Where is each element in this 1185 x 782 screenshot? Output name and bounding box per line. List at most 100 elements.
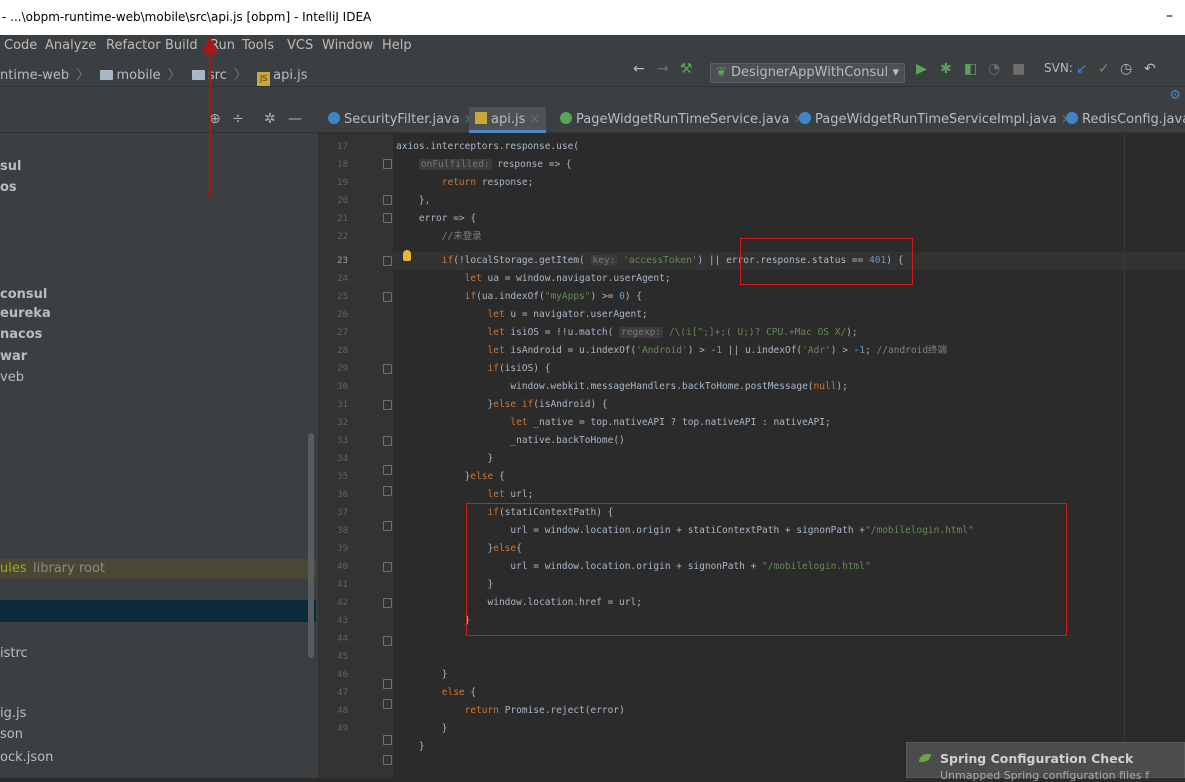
tree-item-selected[interactable] xyxy=(0,600,316,622)
class-icon xyxy=(1066,112,1078,124)
fold-marker-icon[interactable] xyxy=(383,486,392,496)
menu-analyze[interactable]: Analyze xyxy=(45,38,96,53)
line-number: 44 xyxy=(337,634,348,644)
project-tool-window: ⊕ ÷ ✲ — sul os consul eureka nacos war v… xyxy=(0,107,318,778)
tree-item[interactable]: ig.js xyxy=(0,704,26,724)
line-number: 35 xyxy=(337,472,348,482)
right-margin-guide xyxy=(1124,134,1125,778)
close-icon[interactable]: × xyxy=(529,112,540,127)
tab-pagewidgetruntimeservice[interactable]: PageWidgetRunTimeService.java× xyxy=(560,107,804,133)
code-line: } xyxy=(396,615,471,626)
menu-window[interactable]: Window xyxy=(322,38,373,53)
line-number: 34 xyxy=(337,454,348,464)
breadcrumb-folder-mobile[interactable]: mobile xyxy=(116,68,160,83)
coverage-icon[interactable]: ◧ xyxy=(964,61,977,77)
gear-icon[interactable]: ✲ xyxy=(264,111,276,127)
fold-marker-icon[interactable] xyxy=(383,213,392,223)
fold-marker-icon[interactable] xyxy=(383,159,392,169)
hide-icon[interactable]: — xyxy=(288,111,302,127)
tab-label: PageWidgetRunTimeServiceImpl.java xyxy=(815,112,1057,127)
menu-tools[interactable]: Tools xyxy=(242,38,274,53)
run-configuration-select[interactable]: ❦ DesignerAppWithConsul ▾ xyxy=(710,63,905,83)
fold-marker-icon[interactable] xyxy=(383,699,392,709)
history-icon[interactable]: ◷ xyxy=(1120,61,1132,77)
menu-refactor[interactable]: Refactor xyxy=(106,38,161,53)
menu-build[interactable]: Build xyxy=(165,38,198,53)
minimize-button[interactable]: – xyxy=(1166,8,1173,24)
revert-icon[interactable]: ↶ xyxy=(1144,61,1156,77)
fold-marker-icon[interactable] xyxy=(383,679,392,689)
line-number: 49 xyxy=(337,724,348,734)
tab-pagewidgetruntimeserviceimpl[interactable]: PageWidgetRunTimeServiceImpl.java× xyxy=(799,107,1072,133)
window-title: - ...\obpm-runtime-web\mobile\src\api.js… xyxy=(2,10,372,24)
fold-marker-icon[interactable] xyxy=(383,400,392,410)
svn-commit-icon[interactable]: ✓ xyxy=(1098,61,1110,77)
line-number: 41 xyxy=(337,580,348,590)
fold-marker-icon[interactable] xyxy=(383,195,392,205)
profile-icon[interactable]: ◔ xyxy=(988,61,1000,77)
tree-item[interactable]: ock.json xyxy=(0,748,53,768)
js-file-icon xyxy=(475,112,487,124)
stop-icon[interactable]: ■ xyxy=(1012,61,1025,77)
forward-arrow-icon[interactable]: → xyxy=(657,61,669,77)
code-line: if(ua.indexOf("myApps") >= 0) { xyxy=(464,291,643,302)
tree-item[interactable]: son xyxy=(0,725,23,745)
tree-item[interactable]: eureka xyxy=(0,304,51,324)
fold-marker-icon[interactable] xyxy=(383,755,392,765)
line-number: 40 xyxy=(337,562,348,572)
notification-body: Unmapped Spring configuration files f xyxy=(940,769,1149,782)
menu-help[interactable]: Help xyxy=(382,38,412,53)
hammer-build-icon[interactable]: ⚒ xyxy=(680,61,693,77)
code-line: //未登录 xyxy=(441,231,482,242)
line-number: 37 xyxy=(337,508,348,518)
fold-marker-icon[interactable] xyxy=(383,292,392,302)
tree-item[interactable]: war xyxy=(0,347,27,367)
line-number: 26 xyxy=(337,310,348,320)
line-number: 45 xyxy=(337,652,348,662)
fold-marker-icon[interactable] xyxy=(383,735,392,745)
sidebar-scrollbar[interactable] xyxy=(308,433,314,658)
fold-marker-icon[interactable] xyxy=(383,256,392,266)
fold-marker-icon[interactable] xyxy=(383,636,392,646)
fold-marker-icon[interactable] xyxy=(383,465,392,475)
notification-title: Spring Configuration Check xyxy=(940,751,1134,766)
code-editor[interactable] xyxy=(393,134,1185,778)
tree-item[interactable]: istrc xyxy=(0,644,28,664)
tab-redisconfig[interactable]: RedisConfig.java xyxy=(1066,107,1185,133)
svn-update-icon[interactable]: ↙ xyxy=(1076,61,1088,77)
fold-marker-icon[interactable] xyxy=(383,436,392,446)
tree-item[interactable]: veb xyxy=(0,368,24,388)
title-bar: - ...\obpm-runtime-web\mobile\src\api.js… xyxy=(0,0,1185,35)
tree-item-library-root[interactable]: ules library root xyxy=(0,559,316,579)
line-number: 36 xyxy=(337,490,348,500)
fold-marker-icon[interactable] xyxy=(383,521,392,531)
collapse-icon[interactable]: ÷ xyxy=(232,111,244,127)
tree-item[interactable]: nacos xyxy=(0,325,42,345)
line-number: 46 xyxy=(337,670,348,680)
code-line: let isAndroid = u.indexOf('Android') > -… xyxy=(487,345,948,356)
fold-marker-icon[interactable] xyxy=(383,598,392,608)
line-number: 24 xyxy=(337,274,348,284)
code-line: onFulfilled: response => { xyxy=(418,159,572,170)
menu-code[interactable]: Code xyxy=(4,38,37,53)
line-number: 48 xyxy=(337,706,348,716)
fold-marker-icon[interactable] xyxy=(383,364,392,374)
tree-item[interactable]: sul xyxy=(0,157,21,177)
breadcrumb-file[interactable]: api.js xyxy=(273,68,307,83)
debug-icon[interactable]: ✱ xyxy=(940,61,952,77)
spring-config-notification[interactable]: Spring Configuration Check Unmapped Spri… xyxy=(906,742,1185,782)
tab-securityfilter[interactable]: SecurityFilter.java× xyxy=(328,107,475,133)
breadcrumb-project[interactable]: ntime-web xyxy=(0,68,69,83)
menu-vcs[interactable]: VCS xyxy=(287,38,313,53)
breadcrumb: ntime-web 〉 mobile 〉 src 〉 JS api.js xyxy=(0,64,308,86)
js-file-icon: JS xyxy=(257,72,271,86)
line-number: 21 xyxy=(337,214,348,224)
fold-marker-icon[interactable] xyxy=(383,562,392,572)
plugin-update-icon[interactable]: ⚙ xyxy=(1169,88,1181,103)
tab-api-js[interactable]: api.js × xyxy=(469,107,547,133)
back-arrow-icon[interactable]: ← xyxy=(633,61,645,77)
run-icon[interactable]: ▶ xyxy=(916,61,927,77)
code-line: let _native = top.nativeAPI ? top.native… xyxy=(510,417,831,428)
tree-item[interactable]: os xyxy=(0,178,17,198)
tree-item[interactable]: consul xyxy=(0,285,47,305)
